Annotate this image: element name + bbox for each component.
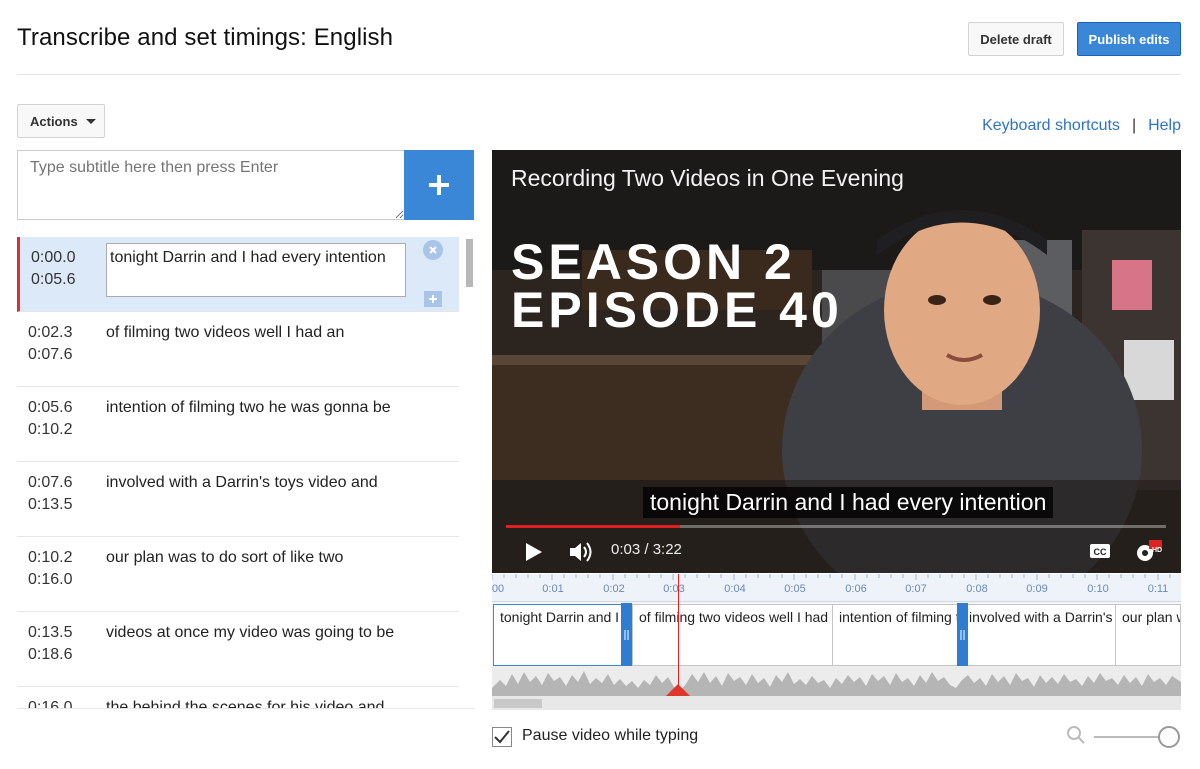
segment-end-handle[interactable] — [621, 603, 632, 667]
checkmark-icon — [494, 730, 510, 744]
segment-end-handle[interactable] — [957, 603, 968, 667]
subtitle-edit-field[interactable]: tonight Darrin and I had every intention — [106, 243, 406, 297]
row-end-time[interactable]: 0:10.2 — [28, 419, 72, 441]
ruler-ticks — [492, 574, 1171, 580]
tick-label: 0:05 — [784, 583, 806, 595]
volume-icon[interactable] — [568, 540, 596, 564]
timeline-scrollbar[interactable] — [492, 696, 1181, 710]
help-links: Keyboard shortcuts | Help — [982, 117, 1181, 135]
subtitle-text[interactable]: intention of filming two he was gonna be — [106, 397, 391, 419]
timeline-segment[interactable]: involved with a Darrin's toys video and — [962, 604, 1116, 666]
subtitle-row-active[interactable]: 0:00.0 0:05.6 tonight Darrin and I had e… — [17, 237, 459, 312]
video-caption: tonight Darrin and I had every intention — [643, 487, 1054, 518]
tick-label: 0:01 — [542, 583, 564, 595]
subtitle-row[interactable]: 0:16.0 the behind the scenes for his vid… — [17, 687, 459, 708]
progress-fill — [506, 525, 680, 528]
help-link[interactable]: Help — [1148, 117, 1181, 135]
timeline-scroll-thumb[interactable] — [494, 699, 542, 708]
row-times: 0:00.0 0:05.6 — [31, 247, 75, 291]
tick-label: 0:08 — [966, 583, 988, 595]
play-icon[interactable] — [522, 540, 546, 564]
row-start-time[interactable]: 0:16.0 — [28, 697, 72, 708]
zoom-icon — [1067, 726, 1085, 744]
row-end-time[interactable]: 0:18.6 — [28, 644, 72, 666]
subtitle-input[interactable] — [17, 150, 405, 220]
actions-label: Actions — [30, 113, 78, 129]
tick-label: 0:04 — [724, 583, 746, 595]
svg-text:CC: CC — [1094, 547, 1107, 557]
pause-while-typing-label: Pause video while typing — [522, 727, 699, 744]
actions-dropdown[interactable]: Actions — [17, 104, 105, 138]
subtitle-row[interactable]: 0:13.5 0:18.6 videos at once my video was… — [17, 612, 459, 687]
tick-label: 0:06 — [845, 583, 867, 595]
publish-edits-button[interactable]: Publish edits — [1077, 22, 1181, 56]
tick-label: 00 — [492, 583, 505, 595]
link-separator: | — [1131, 117, 1137, 134]
caret-down-icon — [85, 118, 96, 124]
subtitle-text[interactable]: of filming two videos well I had an — [106, 322, 344, 344]
video-title: Recording Two Videos in One Evening — [511, 165, 904, 191]
playhead[interactable] — [678, 574, 679, 696]
row-end-time[interactable]: 0:13.5 — [28, 494, 72, 516]
row-start-time[interactable]: 0:02.3 — [28, 322, 72, 344]
subtitle-text[interactable]: our plan was to do sort of like two — [106, 547, 343, 569]
time-readout: 0:03 / 3:22 — [611, 541, 682, 558]
tick-label: 0:10 — [1087, 583, 1109, 595]
tick-label: 0:11 — [1147, 583, 1169, 595]
hd-badge: HD — [1152, 547, 1163, 554]
row-start-time[interactable]: 0:10.2 — [28, 547, 72, 569]
subtitle-text[interactable]: involved with a Darrin's toys video and — [106, 472, 378, 494]
page-title: Transcribe and set timings: English — [17, 24, 394, 51]
season-line: SEASON 2 — [511, 234, 796, 290]
row-end-time[interactable]: 0:16.0 — [28, 569, 72, 591]
settings-hd-icon[interactable]: HD — [1132, 538, 1164, 564]
timeline-segment-active[interactable]: tonight Darrin and I had every intention — [493, 604, 625, 666]
list-scrollbar[interactable] — [466, 239, 473, 287]
cc-icon[interactable]: CC — [1088, 541, 1112, 561]
plus-icon — [429, 175, 449, 195]
delete-row-icon[interactable] — [423, 240, 443, 260]
pause-while-typing-checkbox[interactable] — [492, 727, 512, 747]
subtitle-row[interactable]: 0:07.6 0:13.5 involved with a Darrin's to… — [17, 462, 459, 537]
subtitle-row[interactable]: 0:05.6 0:10.2 intention of filming two he… — [17, 387, 459, 462]
subtitle-list[interactable]: 0:00.0 0:05.6 tonight Darrin and I had e… — [17, 237, 474, 709]
keyboard-shortcuts-link[interactable]: Keyboard shortcuts — [982, 117, 1120, 135]
row-end-time[interactable]: 0:07.6 — [28, 344, 72, 366]
audio-waveform[interactable] — [492, 666, 1181, 696]
subtitle-row[interactable]: 0:10.2 0:16.0 our plan was to do sort of … — [17, 537, 459, 612]
playhead-marker-icon[interactable] — [666, 684, 690, 696]
timeline-segment[interactable]: our plan was to do sort of like two — [1115, 604, 1181, 666]
delete-draft-button[interactable]: Delete draft — [968, 22, 1064, 56]
time-ruler[interactable]: 00 0:01 0:02 0:03 0:04 0:05 0:06 0:07 0:… — [492, 574, 1181, 602]
zoom-slider-track[interactable] — [1094, 736, 1160, 738]
zoom-slider-knob[interactable] — [1158, 726, 1180, 748]
subtitle-text[interactable]: videos at once my video was going to be — [106, 622, 394, 644]
row-start-time[interactable]: 0:07.6 — [28, 472, 72, 494]
episode-line: EPISODE 40 — [511, 282, 843, 338]
subtitle-row[interactable]: 0:02.3 0:07.6 of filming two videos well … — [17, 312, 459, 387]
row-end-time[interactable]: 0:05.6 — [31, 269, 75, 291]
row-start-time[interactable]: 0:00.0 — [31, 247, 75, 269]
timeline-segment[interactable]: of filming two videos well I had an — [632, 604, 833, 666]
timeline-segment[interactable]: intention of filming two he was gonna be — [832, 604, 962, 666]
tick-label: 0:09 — [1026, 583, 1048, 595]
header-divider — [17, 74, 1181, 75]
add-subtitle-button[interactable] — [404, 150, 474, 220]
row-start-time[interactable]: 0:05.6 — [28, 397, 72, 419]
tick-label: 0:07 — [905, 583, 927, 595]
video-player[interactable]: Recording Two Videos in One Evening SEAS… — [492, 150, 1181, 573]
tick-label: 0:03 — [663, 583, 685, 595]
insert-row-icon[interactable] — [424, 291, 442, 307]
timeline-editor[interactable]: 00 0:01 0:02 0:03 0:04 0:05 0:06 0:07 0:… — [492, 574, 1181, 710]
player-controls: 0:03 / 3:22 CC HD — [492, 530, 1181, 573]
season-overlay: SEASON 2 EPISODE 40 — [511, 234, 843, 338]
tick-label: 0:02 — [603, 583, 625, 595]
progress-bar[interactable] — [506, 525, 1166, 528]
subtitle-text[interactable]: the behind the scenes for his video and — [106, 697, 384, 708]
row-start-time[interactable]: 0:13.5 — [28, 622, 72, 644]
